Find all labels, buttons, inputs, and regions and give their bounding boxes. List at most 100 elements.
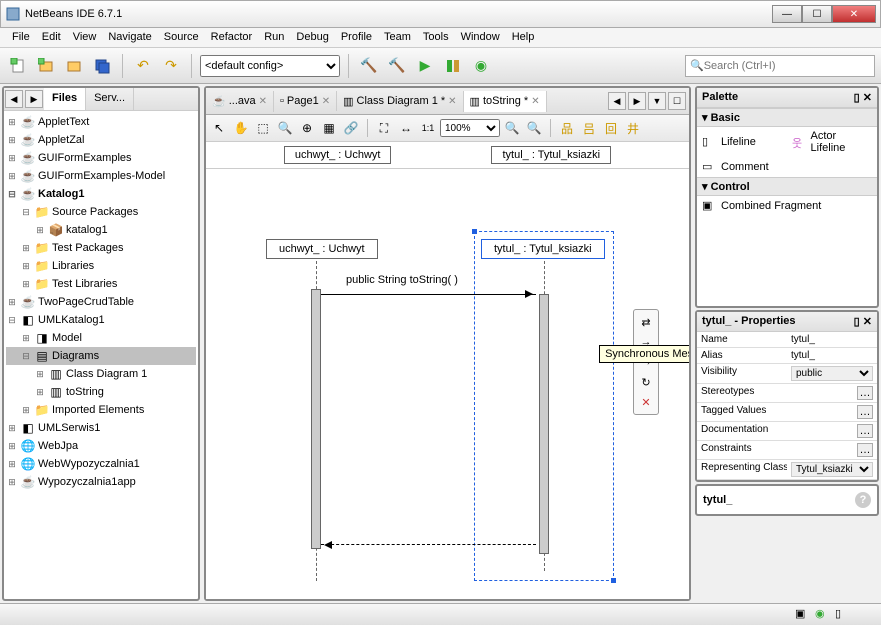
open-icon[interactable] [62,54,86,78]
fit-width-icon[interactable]: ↔ [396,118,416,138]
expand-icon[interactable]: ⊞ [6,135,18,146]
prop-value-alias[interactable]: tytul_ [787,348,877,364]
menu-navigate[interactable]: Navigate [102,28,157,47]
lifeline-tytul[interactable]: tytul_ : Tytul_ksiazki [481,239,605,259]
close-tab-icon[interactable]: ✕ [448,96,456,107]
tree-item-wypozyczalnia1app[interactable]: ⊞☕Wypozyczalnia1app [6,473,196,491]
build-icon[interactable]: 🔨 [357,54,381,78]
debug-icon[interactable] [441,54,465,78]
menu-refactor[interactable]: Refactor [205,28,259,47]
lifeline-uchwyt[interactable]: uchwyt_ : Uchwyt [266,239,378,259]
editor-tab-page1[interactable]: ▫Page1✕ [274,91,337,111]
project-tree[interactable]: ⊞☕AppletText⊞☕AppletZal⊞☕GUIFormExamples… [4,111,198,599]
expand-icon[interactable]: ⊞ [20,243,32,254]
search-box[interactable]: 🔍 [685,55,875,77]
tree-item-webjpa[interactable]: ⊞🌐WebJpa [6,437,196,455]
status-icon-1[interactable]: ▣ [795,607,811,623]
save-all-icon[interactable] [90,54,114,78]
activation-right[interactable] [539,294,549,554]
expand-icon[interactable]: ⊟ [20,351,32,362]
expand-icon[interactable]: ⊞ [20,261,32,272]
tree-item-test-libraries[interactable]: ⊞📁Test Libraries [6,275,196,293]
tree-item-guiformexamples-model[interactable]: ⊞☕GUIFormExamples-Model [6,167,196,185]
expand-icon[interactable]: ⊞ [6,459,18,470]
tree-item-test-packages[interactable]: ⊞📁Test Packages [6,239,196,257]
expand-icon[interactable]: ⊞ [34,387,46,398]
expand-icon[interactable]: ⊞ [20,333,32,344]
self-msg-icon[interactable]: ↻ [637,373,655,391]
expand-icon[interactable]: ⊞ [6,297,18,308]
tree-item-webwypozyczalnia1[interactable]: ⊞🌐WebWypozyczalnia1 [6,455,196,473]
menu-profile[interactable]: Profile [335,28,378,47]
tab-prev-icon[interactable]: ◀ [5,90,23,108]
zoom-out-icon[interactable]: 🔍 [502,118,522,138]
section-basic[interactable]: ▾ Basic [697,108,877,127]
palette-combined-fragment[interactable]: ▣Combined Fragment [697,196,877,216]
tree-item-source-packages[interactable]: ⊟📁Source Packages [6,203,196,221]
zoom-interactive-icon[interactable]: 🔍 [275,118,295,138]
prop-value-representing-class[interactable]: Tytul_ksiazki [787,460,877,480]
tree-item-libraries[interactable]: ⊞📁Libraries [6,257,196,275]
palette-actor-lifeline[interactable]: 웃Actor Lifeline [787,127,877,157]
new-file-icon[interactable] [6,54,30,78]
layout3-icon[interactable]: 回 [601,118,621,138]
tree-item-umlkatalog1[interactable]: ⊟◧UMLKatalog1 [6,311,196,329]
menu-file[interactable]: File [6,28,36,47]
status-icon-3[interactable]: ▯ [835,607,851,623]
clean-build-icon[interactable]: 🔨 [385,54,409,78]
menu-help[interactable]: Help [506,28,541,47]
config-select[interactable]: <default config> [200,55,340,77]
props-collapse-icon[interactable]: ▯ ✕ [854,315,872,328]
fit-icon[interactable]: ⛶ [374,118,394,138]
close-button[interactable]: ✕ [832,5,876,23]
link-icon[interactable]: 🔗 [341,118,361,138]
tree-item-diagrams[interactable]: ⊟▤Diagrams [6,347,196,365]
tree-item-guiformexamples[interactable]: ⊞☕GUIFormExamples [6,149,196,167]
prop-value-constraints[interactable]: … [787,441,877,460]
menu-team[interactable]: Team [378,28,417,47]
tree-item-katalog1[interactable]: ⊟☕Katalog1 [6,185,196,203]
delete-msg-icon[interactable]: ✕ [637,393,655,411]
expand-icon[interactable]: ⊞ [6,171,18,182]
ellipsis-button[interactable]: … [857,424,873,438]
ellipsis-button[interactable]: … [857,405,873,419]
expand-icon[interactable]: ⊟ [6,315,18,326]
menu-source[interactable]: Source [158,28,205,47]
palette-collapse-icon[interactable]: ▯ ✕ [854,91,872,104]
expand-icon[interactable]: ⊟ [20,207,32,218]
tree-item-imported-elements[interactable]: ⊞📁Imported Elements [6,401,196,419]
menu-debug[interactable]: Debug [290,28,334,47]
ellipsis-button[interactable]: … [857,443,873,457]
expand-icon[interactable]: ⊞ [20,279,32,290]
tree-item-tostring[interactable]: ⊞▥toString [6,383,196,401]
close-tab-icon[interactable]: ✕ [322,96,330,107]
minimize-button[interactable]: — [772,5,802,23]
maximize-button[interactable]: ☐ [802,5,832,23]
menu-tools[interactable]: Tools [417,28,455,47]
palette-lifeline[interactable]: ▯Lifeline [697,127,787,157]
prop-value-stereotypes[interactable]: … [787,384,877,403]
editor-prev-icon[interactable]: ◀ [608,92,626,110]
sync-msg-icon[interactable]: ⇄ [637,313,655,331]
tree-item-class-diagram-1[interactable]: ⊞▥Class Diagram 1 [6,365,196,383]
tab-next-icon[interactable]: ▶ [25,90,43,108]
sequence-diagram[interactable]: uchwyt_ : Uchwyt tytul_ : Tytul_ksiazki … [206,169,689,599]
tree-item-appletzal[interactable]: ⊞☕AppletZal [6,131,196,149]
prop-value-visibility[interactable]: public [787,364,877,384]
tree-item-applettext[interactable]: ⊞☕AppletText [6,113,196,131]
expand-icon[interactable]: ⊞ [34,369,46,380]
expand-icon[interactable]: ⊞ [6,423,18,434]
return-arrow[interactable] [321,544,536,545]
prop-value-name[interactable]: tytul_ [787,332,877,348]
menu-window[interactable]: Window [455,28,506,47]
editor-list-icon[interactable]: ▼ [648,92,666,110]
editor-max-icon[interactable]: ☐ [668,92,686,110]
prop-value-tagged-values[interactable]: … [787,403,877,422]
pan-icon[interactable]: ✋ [231,118,251,138]
tree-item-katalog1[interactable]: ⊞📦katalog1 [6,221,196,239]
select-icon[interactable]: ↖ [209,118,229,138]
status-icon-2[interactable]: ◉ [815,607,831,623]
message-label[interactable]: public String toString( ) [346,274,458,286]
palette-comment[interactable]: ▭Comment [697,157,774,177]
section-control[interactable]: ▾ Control [697,177,877,196]
